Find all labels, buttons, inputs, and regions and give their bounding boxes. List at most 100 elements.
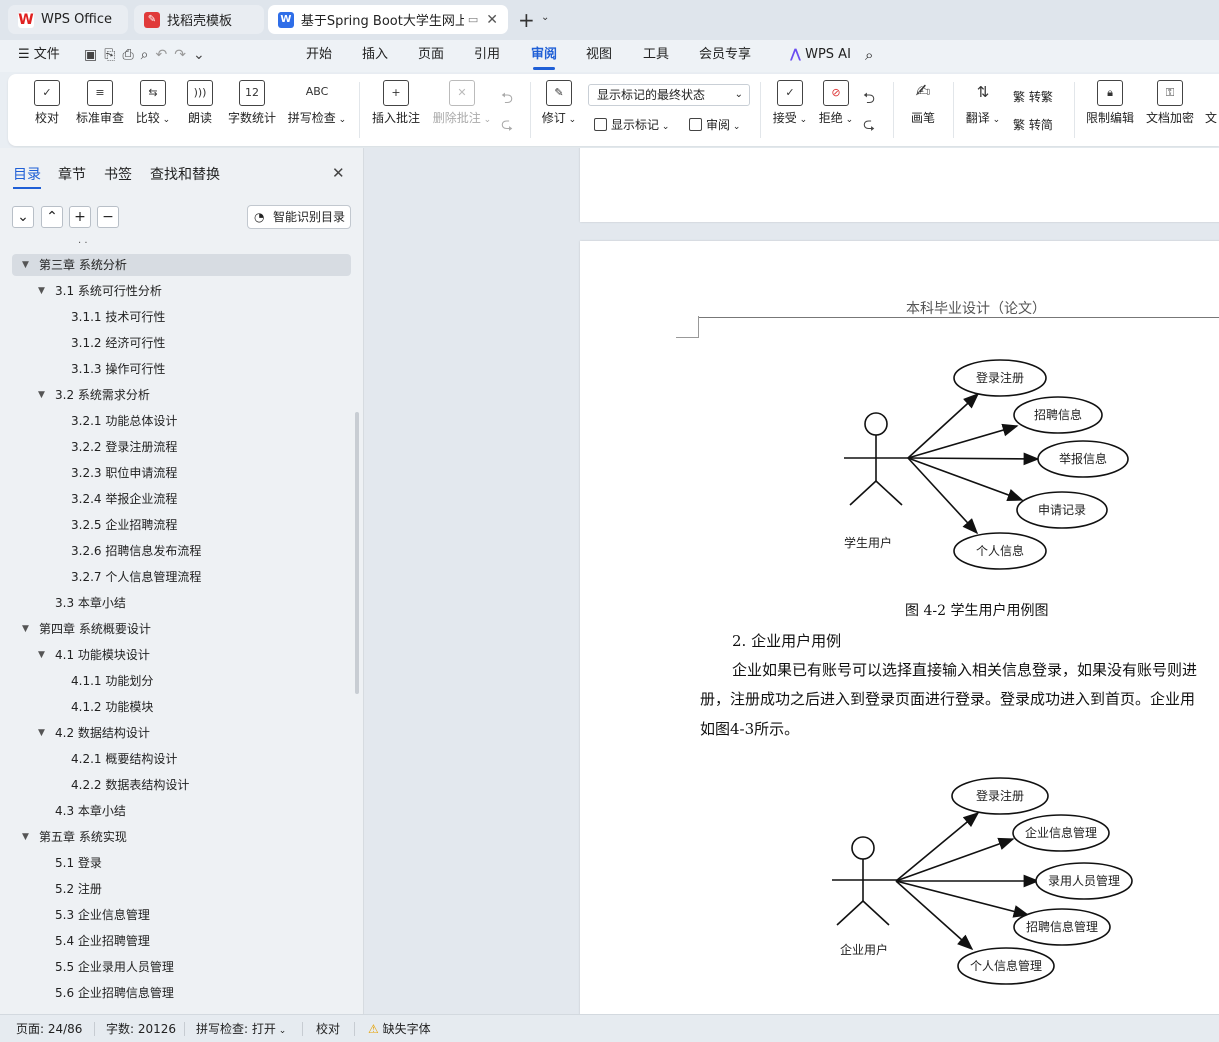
expand-triangle-icon[interactable]: ▼ xyxy=(22,618,34,640)
tab-docer[interactable]: ✎ 找稻壳模板 xyxy=(134,5,264,34)
toc-item[interactable]: 5.6 企业招聘信息管理 xyxy=(0,982,350,1004)
toc-item[interactable]: ▼ 第四章 系统概要设计 xyxy=(0,618,350,640)
tab-bookmarks[interactable]: 书签 xyxy=(104,164,132,184)
toc-item[interactable]: 3.1.1 技术可行性 xyxy=(0,306,350,328)
doc-encrypt-button[interactable]: ⚿ 文档加密 xyxy=(1144,80,1196,126)
more-chevron-icon[interactable]: ⌄ xyxy=(193,47,212,63)
expand-triangle-icon[interactable]: ▼ xyxy=(38,644,50,666)
toc-item[interactable]: 3.2.7 个人信息管理流程 xyxy=(0,566,350,588)
print-icon[interactable]: ⎙ xyxy=(122,47,140,63)
reject-button[interactable]: ⊘ 拒绝 ⌄ xyxy=(817,80,855,126)
toc-item[interactable]: ▼ 第三章 系统分析 xyxy=(12,254,351,276)
add-heading-button[interactable]: + xyxy=(69,206,91,228)
menu-tab-review[interactable]: 审阅 xyxy=(531,40,557,70)
toc-item[interactable]: ▼ 3.2 系统需求分析 xyxy=(0,384,350,406)
search-icon[interactable]: ⌕ xyxy=(865,40,873,70)
toc-item[interactable]: 5.2 注册 xyxy=(0,878,350,900)
close-tab-icon[interactable]: ✕ xyxy=(486,12,498,28)
spell-check-button[interactable]: ABC 拼写检查 ⌄ xyxy=(287,80,347,126)
toc-item[interactable]: 3.2.5 企业招聘流程 xyxy=(0,514,350,536)
markup-state-dropdown[interactable]: 显示标记的最终状态 ⌄ xyxy=(588,84,750,106)
menu-tab-start[interactable]: 开始 xyxy=(306,40,332,70)
accept-button[interactable]: ✓ 接受 ⌄ xyxy=(771,80,809,126)
new-tab-icon[interactable]: + xyxy=(518,8,535,32)
menu-tab-member[interactable]: 会员专享 xyxy=(699,40,751,70)
toc-item[interactable]: 4.2.2 数据表结构设计 xyxy=(0,774,350,796)
menu-tab-references[interactable]: 引用 xyxy=(474,40,500,70)
proof-button[interactable]: ✓ 校对 xyxy=(32,80,62,126)
toc-item[interactable]: 4.2.1 概要结构设计 xyxy=(0,748,350,770)
toc-item[interactable]: 3.2.4 举报企业流程 xyxy=(0,488,350,510)
toc-item[interactable]: ▼ 3.1 系统可行性分析 xyxy=(0,280,350,302)
menu-tab-page[interactable]: 页面 xyxy=(418,40,444,70)
menu-tab-view[interactable]: 视图 xyxy=(586,40,612,70)
chevron-down-icon[interactable]: ⌄ xyxy=(541,12,549,23)
read-aloud-button[interactable]: ))) 朗读 xyxy=(186,80,214,126)
expand-triangle-icon[interactable]: ▼ xyxy=(38,722,50,744)
monitor-icon[interactable]: ▭ xyxy=(468,13,478,26)
translate-button[interactable]: ⇅ 翻译 ⌄ xyxy=(964,80,1002,126)
toc-item[interactable]: 5.4 企业招聘管理 xyxy=(0,930,350,952)
toc-item[interactable]: 5.1 登录 xyxy=(0,852,350,874)
expand-triangle-icon[interactable]: ▼ xyxy=(22,826,34,848)
spell-check-status[interactable]: 拼写检查: 打开 ⌄ xyxy=(196,1020,286,1037)
toc-item[interactable]: 3.1.3 操作可行性 xyxy=(0,358,350,380)
toc-item[interactable]: 3.2.1 功能总体设计 xyxy=(0,410,350,432)
doc-more-button[interactable]: 文 xyxy=(1204,80,1218,126)
to-traditional-button[interactable]: 繁 转繁 xyxy=(1013,88,1053,105)
pen-button[interactable]: ✍ 画笔 xyxy=(908,80,938,126)
toc-item[interactable]: 3.3 本章小结 xyxy=(0,592,350,614)
delete-comment-button[interactable]: ✕ 删除批注 ⌄ xyxy=(431,80,493,126)
expand-triangle-icon[interactable]: ▼ xyxy=(22,254,34,276)
show-markup-button[interactable]: 显示标记 ⌄ xyxy=(594,116,669,133)
remove-heading-button[interactable]: − xyxy=(97,206,119,228)
expand-triangle-icon[interactable]: ▼ xyxy=(38,384,50,406)
proof-status[interactable]: 校对 xyxy=(316,1020,340,1037)
print-preview-icon[interactable]: ⌕ xyxy=(141,47,156,63)
collapse-all-button[interactable]: ⌄ xyxy=(12,206,34,228)
previous-comment-icon[interactable]: ⮌ xyxy=(501,88,513,113)
expand-triangle-icon[interactable]: ▼ xyxy=(38,280,50,302)
toc-item[interactable]: 5.5 企业录用人员管理 xyxy=(0,956,350,978)
smart-toc-button[interactable]: ◔ 智能识别目录 xyxy=(247,205,351,229)
toc-item[interactable]: 3.2.6 招聘信息发布流程 xyxy=(0,540,350,562)
word-count-indicator[interactable]: 字数: 20126 xyxy=(106,1020,176,1037)
save-icon[interactable]: ▣ xyxy=(84,47,104,63)
expand-up-button[interactable]: ⌃ xyxy=(41,206,63,228)
toc-item[interactable]: ▼ 4.2 数据结构设计 xyxy=(0,722,350,744)
close-pane-icon[interactable]: ✕ xyxy=(332,164,345,182)
tab-wps-office[interactable]: W WPS Office xyxy=(8,5,128,34)
restrict-edit-button[interactable]: 🔒︎ 限制编辑 xyxy=(1084,80,1136,126)
toc-item[interactable]: 4.1.2 功能模块 xyxy=(0,696,350,718)
toc-scrollbar[interactable] xyxy=(355,412,359,694)
review-pane-button[interactable]: 审阅 ⌄ xyxy=(689,116,740,133)
toc-item[interactable]: 3.2.3 职位申请流程 xyxy=(0,462,350,484)
word-count-button[interactable]: 12 字数统计 xyxy=(226,80,278,126)
undo-icon[interactable]: ↶ xyxy=(155,47,174,63)
tab-find-replace[interactable]: 查找和替换 xyxy=(150,164,220,184)
previous-change-icon[interactable]: ⮌ xyxy=(863,88,875,113)
page-indicator[interactable]: 页面: 24/86 xyxy=(16,1020,82,1037)
toc-item[interactable]: ▼ 第五章 系统实现 xyxy=(0,826,350,848)
compare-button[interactable]: ⇆ 比较 ⌄ xyxy=(135,80,171,126)
wps-ai-button[interactable]: ⋀ WPS AI xyxy=(790,40,851,70)
toc-item[interactable]: 3.1.2 经济可行性 xyxy=(0,332,350,354)
redo-icon[interactable]: ↷ xyxy=(174,47,193,63)
menu-tab-insert[interactable]: 插入 xyxy=(362,40,388,70)
toc-item[interactable]: ▼ 4.1 功能模块设计 xyxy=(0,644,350,666)
menu-tab-tools[interactable]: 工具 xyxy=(643,40,669,70)
toc-item[interactable]: 3.2.2 登录注册流程 xyxy=(0,436,350,458)
next-comment-icon[interactable]: ⮎ xyxy=(501,114,513,139)
toc-item[interactable]: 5.3 企业信息管理 xyxy=(0,904,350,926)
file-menu[interactable]: ☰ 文件 xyxy=(18,40,60,70)
tab-toc[interactable]: 目录 xyxy=(13,164,41,189)
track-changes-button[interactable]: ✎ 修订 ⌄ xyxy=(541,80,577,126)
tab-sections[interactable]: 章节 xyxy=(58,164,86,184)
missing-font-status[interactable]: ⚠ 缺失字体 xyxy=(368,1020,431,1037)
next-change-icon[interactable]: ⮎ xyxy=(863,114,875,139)
standard-review-button[interactable]: ≡ 标准审查 xyxy=(74,80,126,126)
export-icon[interactable]: ⎘ xyxy=(104,47,122,63)
toc-item[interactable]: 4.3 本章小结 xyxy=(0,800,350,822)
insert-comment-button[interactable]: + 插入批注 xyxy=(370,80,422,126)
tab-document[interactable]: W 基于Spring Boot大学生网上 ▭ ✕ xyxy=(268,5,508,34)
